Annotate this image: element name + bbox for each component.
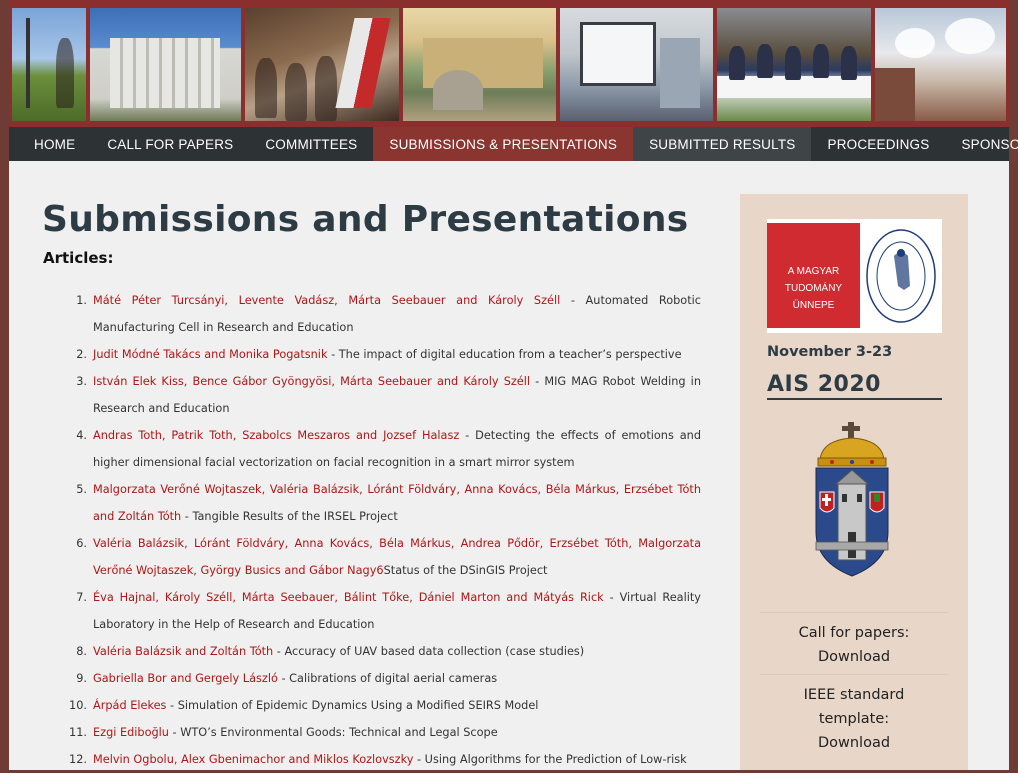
- nav-submissions-presentations[interactable]: SUBMISSIONS & PRESENTATIONS: [373, 127, 634, 161]
- article-item: 5. Malgorzata Verőné Wojtaszek, Valéria B…: [76, 483, 701, 523]
- event-name: AIS 2020: [767, 372, 942, 400]
- banner-photo-blossom: [874, 8, 1007, 121]
- article-title: - Calibrations of digital aerial cameras: [277, 672, 498, 685]
- banner-photo-panel: [717, 8, 871, 121]
- article-item: 10. Árpád Elekes - Simulation of Epidemic…: [69, 699, 539, 712]
- article-title: - Tangible Results of the IRSEL Project: [181, 510, 398, 523]
- articles-list: 1. Máté Péter Turcsányi, Levente Vadász, …: [69, 287, 701, 773]
- article-authors-link[interactable]: Valéria Balázsik and Zoltán Tóth: [93, 645, 273, 658]
- article-authors-link[interactable]: Andras Toth, Patrik Toth, Szabolcs Mesza…: [93, 429, 459, 442]
- science-festival-logo: A MAGYAR TUDOMÁNY ÜNNEPE: [767, 223, 860, 328]
- article-item: 7. Éva Hajnal, Károly Széll, Márta Seebau…: [76, 591, 701, 631]
- ieee-template-widget: IEEE standard template: Download: [760, 674, 948, 755]
- header-banner: [9, 0, 1009, 127]
- sponsor-logo[interactable]: A MAGYAR TUDOMÁNY ÜNNEPE: [767, 219, 942, 333]
- academy-seal-icon: [860, 219, 942, 333]
- nav-sponsors[interactable]: SPONSORS: [945, 127, 1018, 161]
- sidebar: A MAGYAR TUDOMÁNY ÜNNEPE November 3-23 A…: [740, 194, 968, 770]
- article-title: - WTO’s Environmental Goods: Technical a…: [168, 726, 498, 739]
- event-dates: November 3-23: [767, 344, 893, 360]
- article-authors-link[interactable]: István Elek Kiss, Bence Gábor Gyöngyösi,…: [93, 375, 530, 388]
- main-nav: HOME CALL FOR PAPERS COMMITTEES SUBMISSI…: [9, 127, 1018, 161]
- article-title: - Simulation of Epidemic Dynamics Using …: [166, 699, 539, 712]
- article-item: 6. Valéria Balázsik, Lóránt Földváry, Ann…: [76, 537, 701, 577]
- nav-committees[interactable]: COMMITTEES: [249, 127, 373, 161]
- coat-of-arms-icon: [812, 422, 892, 582]
- banner-photo-surveyors: [12, 8, 86, 121]
- nav-call-for-papers[interactable]: CALL FOR PAPERS: [91, 127, 249, 161]
- article-authors-link[interactable]: Máté Péter Turcsányi, Levente Vadász, Má…: [93, 294, 560, 307]
- nav-proceedings[interactable]: PROCEEDINGS: [811, 127, 945, 161]
- article-title: - Accuracy of UAV based data collection …: [273, 645, 585, 658]
- call-for-papers-widget: Call for papers: Download: [760, 612, 948, 669]
- article-authors-link[interactable]: Judit Módné Takács and Monika Pogatsnik: [93, 348, 328, 361]
- article-title: Status of the DSinGIS Project: [383, 564, 548, 577]
- article-item: 12. Melvin Ogbolu, Alex Gbenimachor and M…: [69, 753, 687, 766]
- article-authors-link[interactable]: Gabriella Bor and Gergely László: [93, 672, 278, 685]
- article-item: 1. Máté Péter Turcsányi, Levente Vadász, …: [76, 294, 701, 334]
- article-item: 9. Gabriella Bor and Gergely László - Cal…: [76, 672, 498, 685]
- articles-heading: Articles:: [43, 249, 114, 267]
- page-title: Submissions and Presentations: [42, 199, 689, 240]
- article-authors-link[interactable]: Árpád Elekes: [93, 699, 166, 712]
- article-authors-link[interactable]: Melvin Ogbolu, Alex Gbenimachor and Mikl…: [93, 753, 413, 766]
- article-item: 11. Ezgi Ediboğlu - WTO’s Environmental G…: [69, 726, 498, 739]
- nav-submitted-results[interactable]: SUBMITTED RESULTS: [633, 127, 812, 161]
- article-authors-link[interactable]: Ezgi Ediboğlu: [93, 726, 169, 739]
- main-content: Submissions and Presentations Articles:: [42, 195, 702, 267]
- article-item: 2. Judit Módné Takács and Monika Pogatsni…: [76, 348, 682, 361]
- article-title: - The impact of digital education from a…: [327, 348, 682, 361]
- article-item: 4. Andras Toth, Patrik Toth, Szabolcs Mes…: [76, 429, 701, 469]
- banner-photo-building: [89, 8, 242, 121]
- article-item: 3. István Elek Kiss, Bence Gábor Gyöngyös…: [76, 375, 701, 415]
- nav-home[interactable]: HOME: [9, 127, 91, 161]
- article-authors-link[interactable]: Éva Hajnal, Károly Széll, Márta Seebauer…: [93, 591, 604, 604]
- banner-photo-lab: [560, 8, 714, 121]
- banner-photo-ceremony: [245, 8, 399, 121]
- banner-photo-square: [402, 8, 557, 121]
- article-item: 8. Valéria Balázsik and Zoltán Tóth - Acc…: [76, 645, 585, 658]
- article-title: - Using Algorithms for the Prediction of…: [413, 753, 687, 766]
- ieee-template-download-link[interactable]: Download: [760, 731, 948, 755]
- call-for-papers-download-link[interactable]: Download: [760, 645, 948, 669]
